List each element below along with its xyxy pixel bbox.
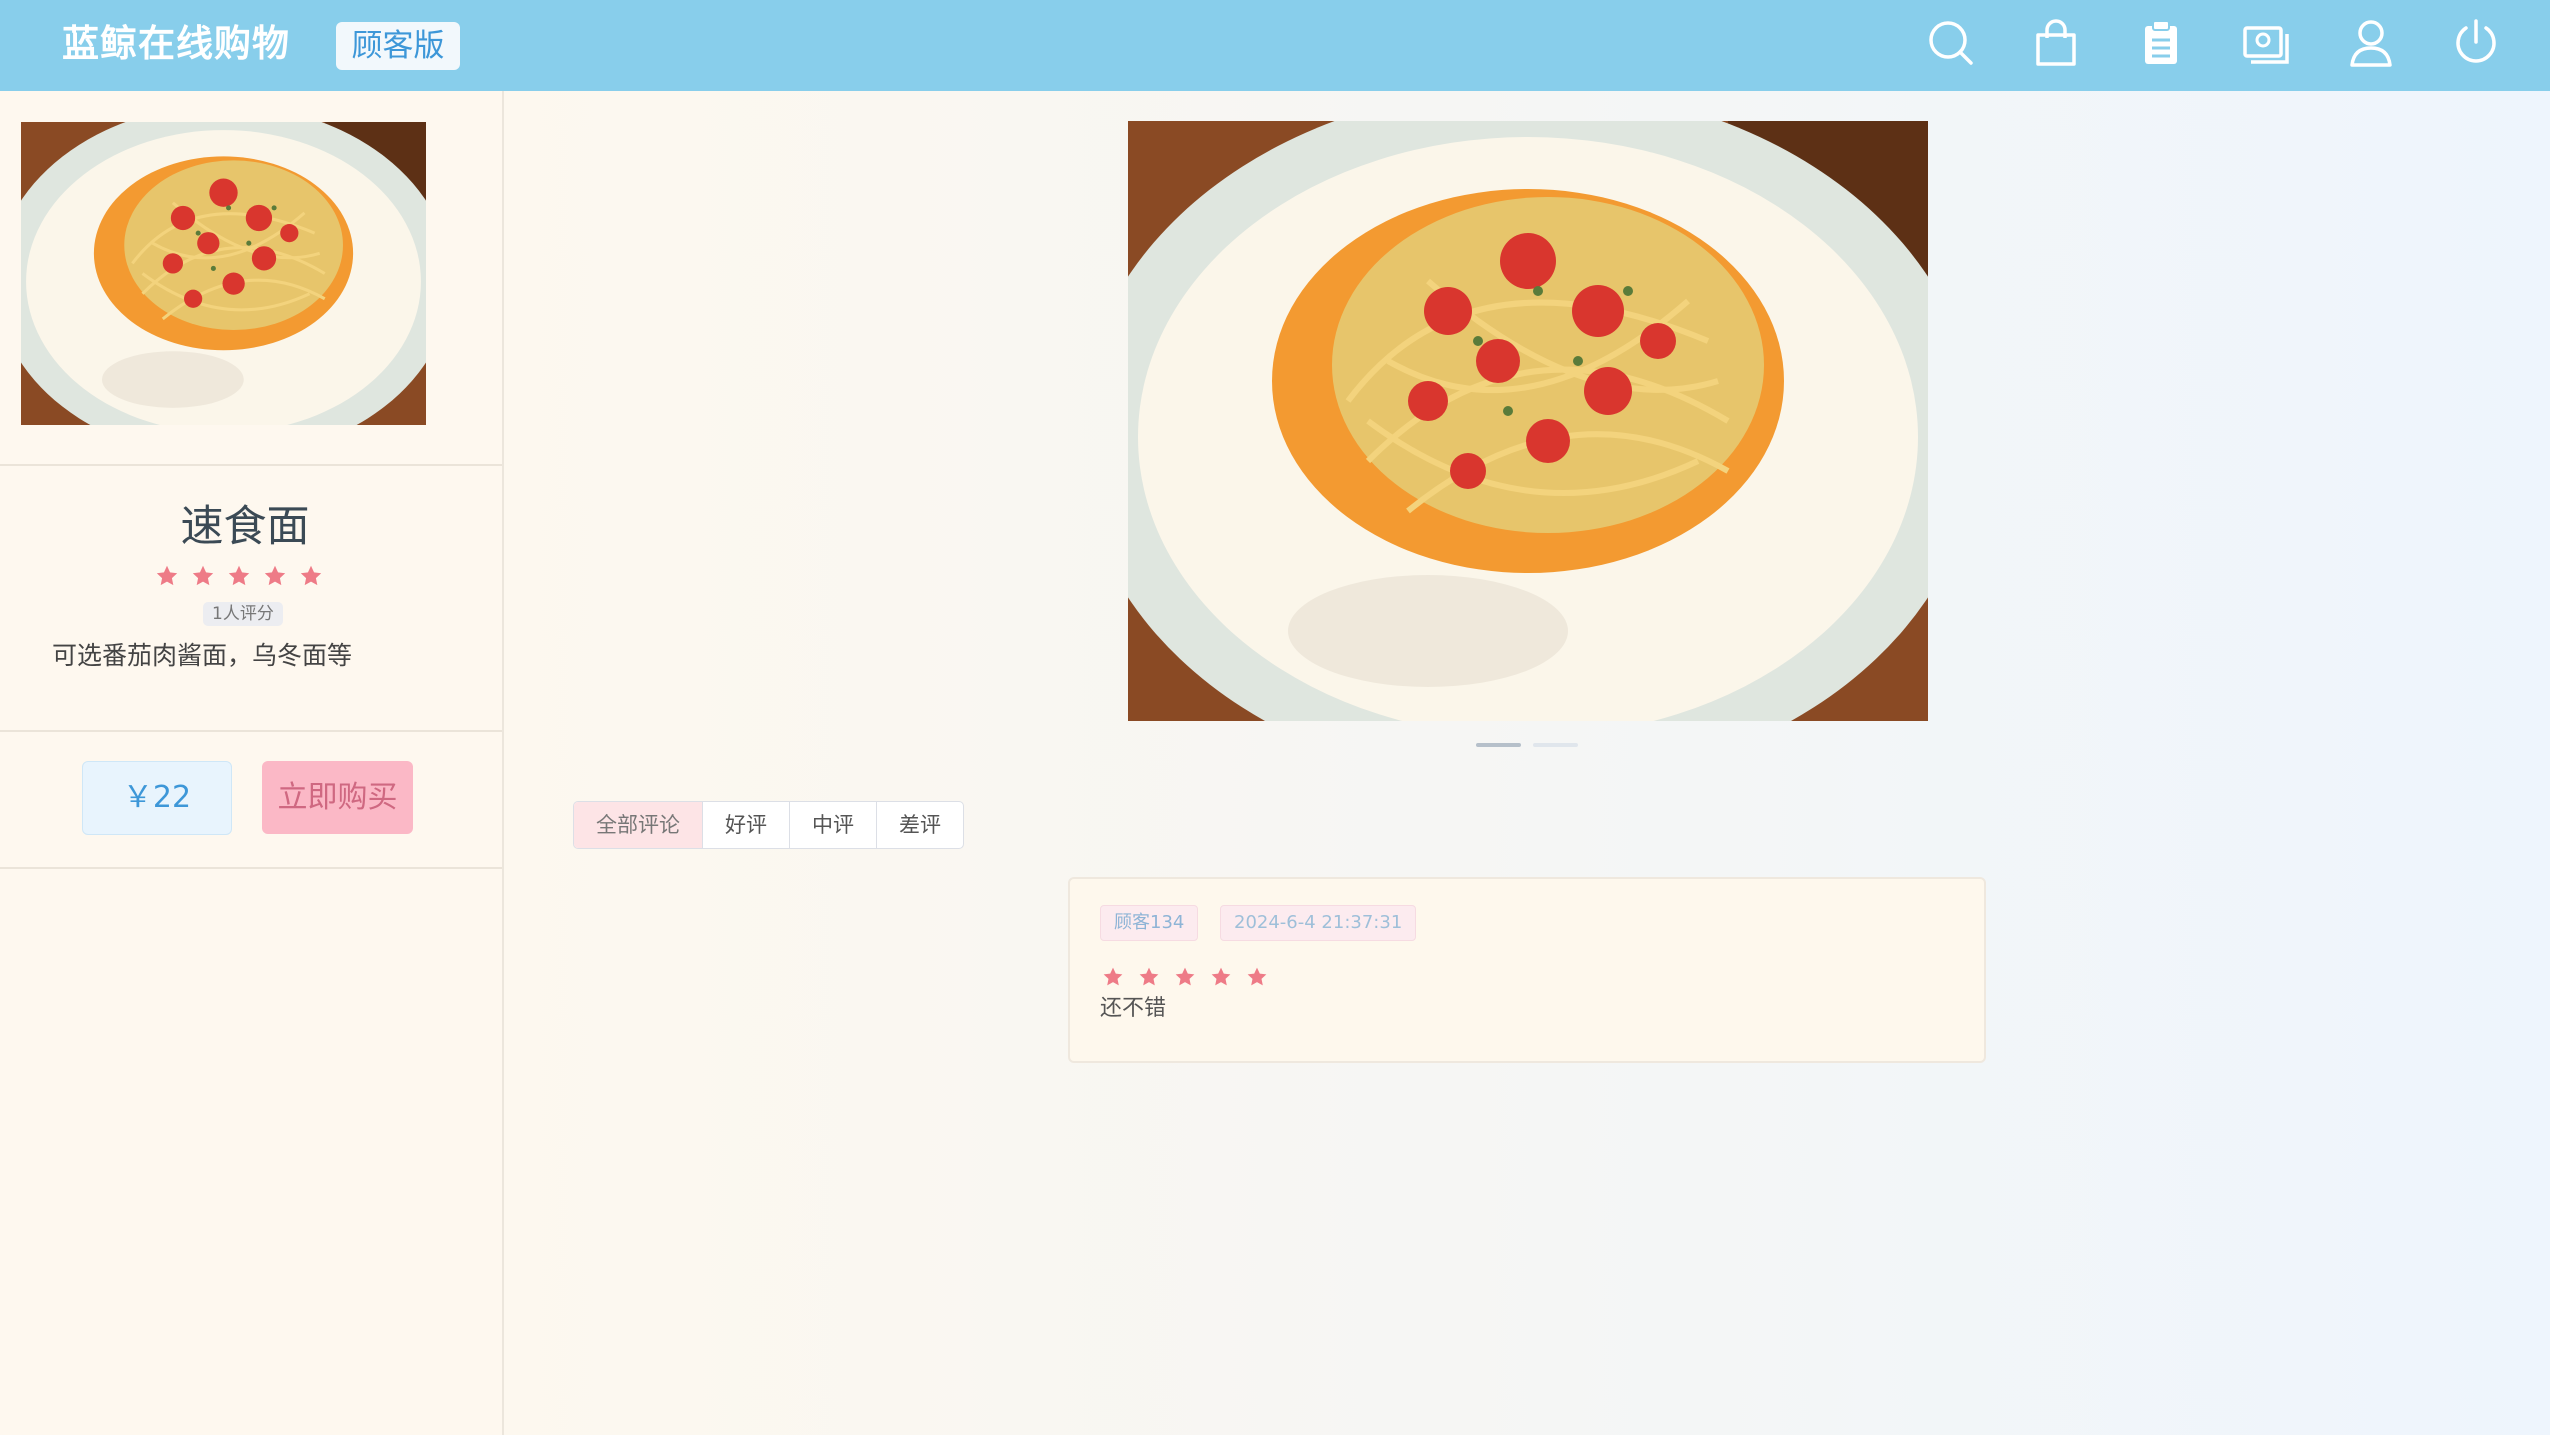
user-icon[interactable] <box>2341 13 2401 73</box>
carousel-indicators <box>1476 743 1578 747</box>
divider <box>0 464 502 466</box>
reviewer-name-tag: 顾客134 <box>1100 905 1199 941</box>
review-card: 顾客134 2024-6-4 21:37:31 还不错 <box>1068 877 1986 1063</box>
carousel-dot-1[interactable] <box>1476 743 1521 747</box>
star-icon <box>1138 966 1160 988</box>
star-icon <box>1210 966 1232 988</box>
tab-neutral-reviews[interactable]: 中评 <box>789 802 876 848</box>
brand-title[interactable]: 蓝鲸在线购物 <box>62 18 290 70</box>
review-rating-stars <box>1102 966 1268 988</box>
power-icon[interactable] <box>2446 13 2506 73</box>
product-description: 可选番茄肉酱面，乌冬面等 <box>52 641 353 670</box>
clipboard-icon[interactable] <box>2131 13 2191 73</box>
rating-count-badge: 1人评分 <box>203 602 283 626</box>
tab-all-reviews[interactable]: 全部评论 <box>574 802 702 848</box>
star-icon <box>191 564 215 588</box>
star-icon <box>1174 966 1196 988</box>
edition-badge: 顾客版 <box>336 22 460 70</box>
price-tag: ￥22 <box>82 761 232 835</box>
star-icon <box>155 564 179 588</box>
divider <box>0 867 502 869</box>
star-icon <box>1246 966 1268 988</box>
top-nav-bar: 蓝鲸在线购物 顾客版 <box>0 0 2550 91</box>
star-icon <box>1102 966 1124 988</box>
product-sidebar: 速食面 1人评分 可选番茄肉酱面，乌冬面等 ￥22 立即购买 <box>0 91 504 1435</box>
tab-good-reviews[interactable]: 好评 <box>702 802 789 848</box>
review-filter-tabs: 全部评论 好评 中评 差评 <box>573 801 964 849</box>
carousel-dot-2[interactable] <box>1533 743 1578 747</box>
product-rating-stars <box>155 564 323 588</box>
star-icon <box>299 564 323 588</box>
product-image-carousel[interactable] <box>1128 121 1928 721</box>
buy-now-button[interactable]: 立即购买 <box>262 761 413 834</box>
product-name: 速食面 <box>180 502 310 552</box>
wallet-icon[interactable] <box>2236 13 2296 73</box>
star-icon <box>227 564 251 588</box>
tab-bad-reviews[interactable]: 差评 <box>876 802 963 848</box>
main-content: 全部评论 好评 中评 差评 顾客134 2024-6-4 21:37:31 还不… <box>504 91 2550 1435</box>
review-text: 还不错 <box>1100 996 1167 1021</box>
product-thumbnail[interactable] <box>21 122 426 425</box>
shopping-bag-icon[interactable] <box>2026 13 2086 73</box>
star-icon <box>263 564 287 588</box>
search-icon[interactable] <box>1921 13 1981 73</box>
review-time-tag: 2024-6-4 21:37:31 <box>1220 905 1417 941</box>
divider <box>0 730 502 732</box>
